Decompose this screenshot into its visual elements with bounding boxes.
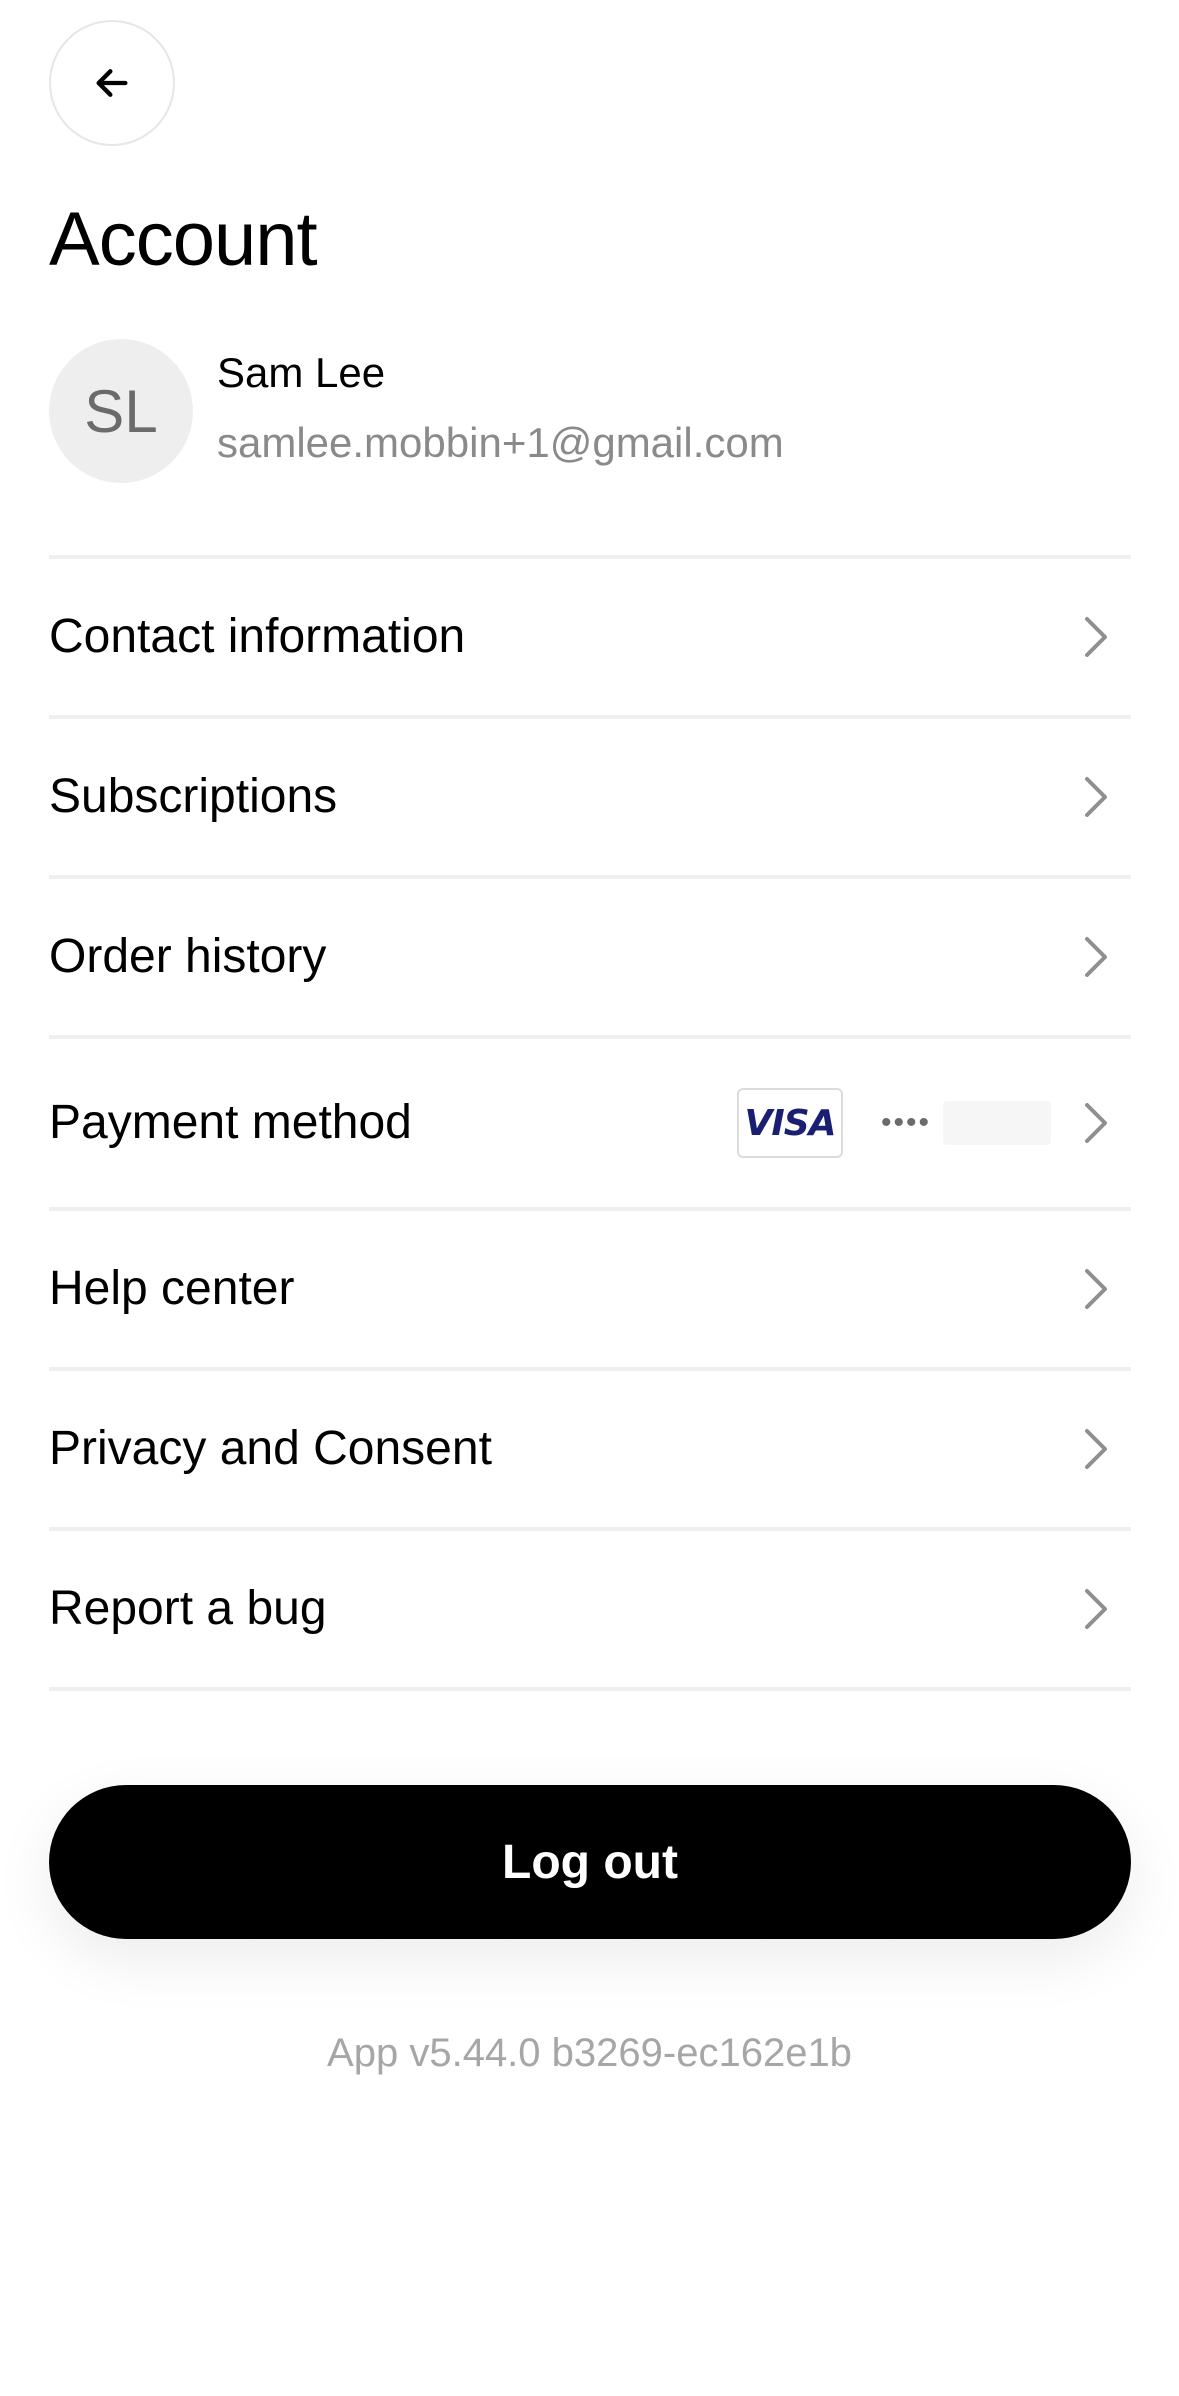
- menu-item-label: Report a bug: [49, 1582, 327, 1635]
- menu-item-label: Payment method: [49, 1096, 412, 1149]
- menu-item-order-history[interactable]: Order history: [49, 879, 1131, 1039]
- menu-item-payment-method[interactable]: Payment method VISA ••••: [49, 1039, 1131, 1211]
- profile-name: Sam Lee: [217, 349, 386, 396]
- menu-item-privacy-and-consent[interactable]: Privacy and Consent: [49, 1371, 1131, 1531]
- arrow-left-icon: [96, 69, 128, 97]
- profile-email: samlee.mobbin+1@gmail.com: [217, 419, 784, 466]
- chevron-right-icon: [1085, 1103, 1107, 1143]
- menu-item-report-a-bug[interactable]: Report a bug: [49, 1531, 1131, 1691]
- menu-item-label: Order history: [49, 930, 327, 983]
- page-title: Account: [49, 197, 318, 282]
- chevron-right-icon: [1085, 1589, 1107, 1629]
- menu-item-label: Help center: [49, 1262, 295, 1315]
- app-version-label: App v5.44.0 b3269-ec162e1b: [327, 2031, 852, 2075]
- account-menu: Contact information Subscriptions Order …: [49, 555, 1131, 1691]
- menu-item-subscriptions[interactable]: Subscriptions: [49, 719, 1131, 879]
- chevron-right-icon: [1085, 617, 1107, 657]
- back-button[interactable]: [49, 20, 175, 146]
- menu-item-contact-information[interactable]: Contact information: [49, 559, 1131, 719]
- avatar: SL: [49, 339, 193, 483]
- menu-item-label: Subscriptions: [49, 770, 338, 823]
- card-number-mask: ••••: [880, 1106, 931, 1139]
- menu-item-label: Privacy and Consent: [49, 1422, 492, 1475]
- logout-button[interactable]: Log out: [49, 1785, 1131, 1939]
- visa-logo-icon: VISA: [736, 1088, 843, 1158]
- card-last-digits-redacted: [943, 1101, 1051, 1145]
- payment-card-summary: VISA ••••: [736, 1088, 1051, 1158]
- menu-item-label: Contact information: [49, 610, 466, 663]
- profile-summary: SL Sam Lee samlee.mobbin+1@gmail.com: [49, 339, 1131, 483]
- menu-item-help-center[interactable]: Help center: [49, 1211, 1131, 1371]
- chevron-right-icon: [1085, 1429, 1107, 1469]
- chevron-right-icon: [1085, 1269, 1107, 1309]
- chevron-right-icon: [1085, 777, 1107, 817]
- chevron-right-icon: [1085, 937, 1107, 977]
